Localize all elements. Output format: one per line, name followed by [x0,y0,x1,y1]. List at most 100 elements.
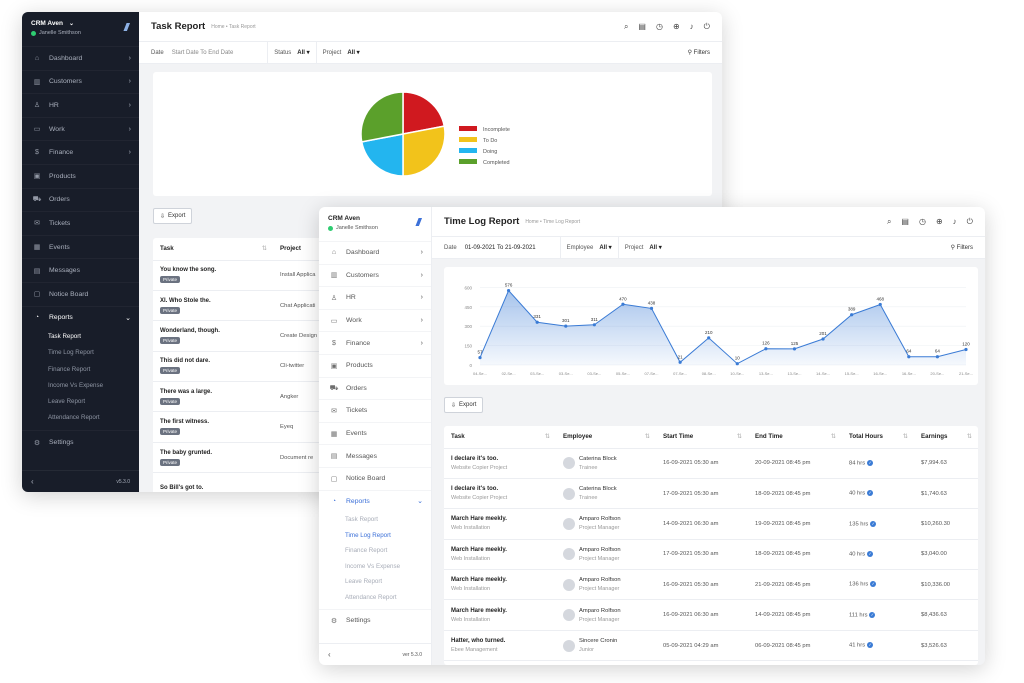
search-icon[interactable]: ⌕ [624,22,628,32]
data-point[interactable] [735,362,739,366]
filters-button[interactable]: ⚲ Filters [688,49,710,56]
data-point[interactable] [878,302,882,307]
bell-icon[interactable]: ♪ [690,22,694,32]
table-row[interactable]: March Hare meekly. Web Installation Ampar… [444,569,978,601]
project-select[interactable]: All ▾ [649,244,661,251]
status-select[interactable]: All ▾ [297,49,309,56]
submenu-item-task-report[interactable]: Task Report [48,329,139,345]
sidebar-item-hr[interactable]: ♙ HR › [22,93,139,117]
submenu-item-income-vs-expense[interactable]: Income Vs Expense [48,378,139,394]
project-name[interactable]: Eyeq [280,424,293,430]
data-point[interactable] [592,323,596,327]
bell-icon[interactable]: ♪ [953,217,957,227]
sidebar-item-finance[interactable]: $ Finance › [319,331,431,354]
data-point[interactable] [935,355,940,359]
chevron-down-icon[interactable]: ⌄ [417,497,423,505]
sidebar-item-messages[interactable]: ▤ Messages [22,258,139,282]
data-point[interactable] [792,347,797,351]
employee-name[interactable]: Amparo Rolfson [579,577,621,583]
project-name[interactable]: Install Applica [280,272,315,278]
data-point[interactable] [964,347,968,352]
sort-icon[interactable]: ⇅ [737,433,742,440]
employee-name[interactable]: Amparo Rolfson [579,608,621,614]
sidebar-item-customers[interactable]: ▥ Customers › [22,69,139,94]
table-row[interactable]: Gryphon, and the. Mr. Lane Brown [444,660,978,665]
column-header-start-time[interactable]: Start Time ⇅ [656,426,748,449]
power-icon[interactable]: ⏻ [967,217,973,227]
notes-icon[interactable]: ▤ [638,22,646,32]
sidebar-item-work[interactable]: ▭ Work › [22,116,139,141]
table-row[interactable]: March Hare meekly. Web Installation Ampar… [444,539,978,571]
table-row[interactable]: I declare it's too. Website Copier Projec… [444,478,978,510]
data-point[interactable] [535,320,539,324]
chevron-right-icon[interactable]: › [129,149,131,156]
submenu-item-time-log-report[interactable]: Time Log Report [345,528,431,544]
data-point[interactable] [907,355,911,359]
submenu-item-finance-report[interactable]: Finance Report [48,362,139,378]
sidebar-item-notice-board[interactable]: ▢ Notice Board [319,466,431,490]
power-icon[interactable]: ⏻ [704,22,710,32]
table-row[interactable]: Hatter, who turned. Ebee Management Since… [444,630,978,662]
column-header-task[interactable]: Task ⇅ [444,426,556,449]
sidebar-item-events[interactable]: ▦ Events [22,234,139,259]
column-header-employee[interactable]: Employee ⇅ [556,426,656,449]
sidebar-item-work[interactable]: ▭ Work › [319,308,431,332]
sidebar-item-orders[interactable]: ⛟ Orders [319,376,431,400]
sidebar-item-reports[interactable]: ◔ Reports ⌄ [22,305,139,330]
collapse-sidebar-icon[interactable]: ‹ [328,650,331,659]
chevron-right-icon[interactable]: › [421,294,423,301]
data-point[interactable] [478,356,482,360]
sort-icon[interactable]: ⇅ [967,433,972,440]
submenu-item-attendance-report[interactable]: Attendance Report [48,410,139,426]
table-row[interactable]: March Hare meekly. Web Installation Ampar… [444,508,978,540]
project-select[interactable]: All ▾ [347,49,359,56]
submenu-item-time-log-report[interactable]: Time Log Report [48,345,139,361]
project-name[interactable]: Cli-twitter [280,363,304,369]
task-name[interactable]: So Bill's got to. [160,485,273,491]
brand-area[interactable]: CRM Aven Janelle Smithson /// [319,207,431,241]
sidebar-item-dashboard[interactable]: ⌂ Dashboard › [319,241,431,264]
brand-area[interactable]: CRM Aven ⌄ Janelle Smithson /// [22,12,139,46]
date-range-input[interactable]: Start Date To End Date [172,50,234,56]
chevron-right-icon[interactable]: › [421,317,423,324]
task-name[interactable]: Hatter, who turned. [451,638,556,644]
data-point[interactable] [649,306,654,310]
sidebar-item-products[interactable]: ▣ Products [22,163,139,188]
search-icon[interactable]: ⌕ [887,217,891,227]
project-name[interactable]: Create Design [280,333,317,339]
task-name[interactable]: March Hare meekly. [451,516,556,522]
data-point[interactable] [764,347,768,351]
employee-name[interactable]: Amparo Rolfson [579,547,621,553]
table-row[interactable]: March Hare meekly. Web Installation Ampar… [444,599,978,631]
submenu-item-task-report[interactable]: Task Report [345,512,431,528]
task-name[interactable]: March Hare meekly. [451,547,556,553]
sort-icon[interactable]: ⇅ [545,433,550,440]
sidebar-item-hr[interactable]: ♙ HR › [319,286,431,309]
column-header-task[interactable]: Task ⇅ [153,238,273,261]
sort-icon[interactable]: ⇅ [645,433,650,440]
chevron-right-icon[interactable]: › [129,102,131,109]
data-point[interactable] [678,360,682,364]
employee-name[interactable]: Caterina Block [579,486,617,492]
sidebar-item-products[interactable]: ▣ Products [319,353,431,377]
pie-slice-to-do[interactable] [402,125,446,177]
notes-icon[interactable]: ▤ [901,217,909,227]
sidebar-item-finance[interactable]: $ Finance › [22,140,139,164]
data-point[interactable] [707,336,711,340]
project-name[interactable]: Document re [280,455,313,461]
chevron-right-icon[interactable]: › [421,272,423,279]
submenu-item-leave-report[interactable]: Leave Report [48,394,139,410]
legend-entry-completed[interactable]: Completed [483,160,510,166]
chevron-right-icon[interactable]: › [129,78,131,85]
chevron-down-icon[interactable]: ⌄ [69,21,74,27]
submenu-item-attendance-report[interactable]: Attendance Report [345,590,431,606]
clock-icon[interactable]: ◷ [656,22,663,32]
collapse-sidebar-icon[interactable]: ‹ [31,477,34,486]
sidebar-item-settings[interactable]: ⚙ Settings [22,430,139,454]
add-icon[interactable]: ⊕ [673,22,680,32]
data-point[interactable] [621,302,625,306]
employee-name[interactable]: Amparo Rolfson [579,516,621,522]
sidebar-item-tickets[interactable]: ✉ Tickets [22,211,139,235]
employee-name[interactable]: Sincere Cronin [579,638,617,644]
sidebar-item-notice-board[interactable]: ▢ Notice Board [22,281,139,306]
